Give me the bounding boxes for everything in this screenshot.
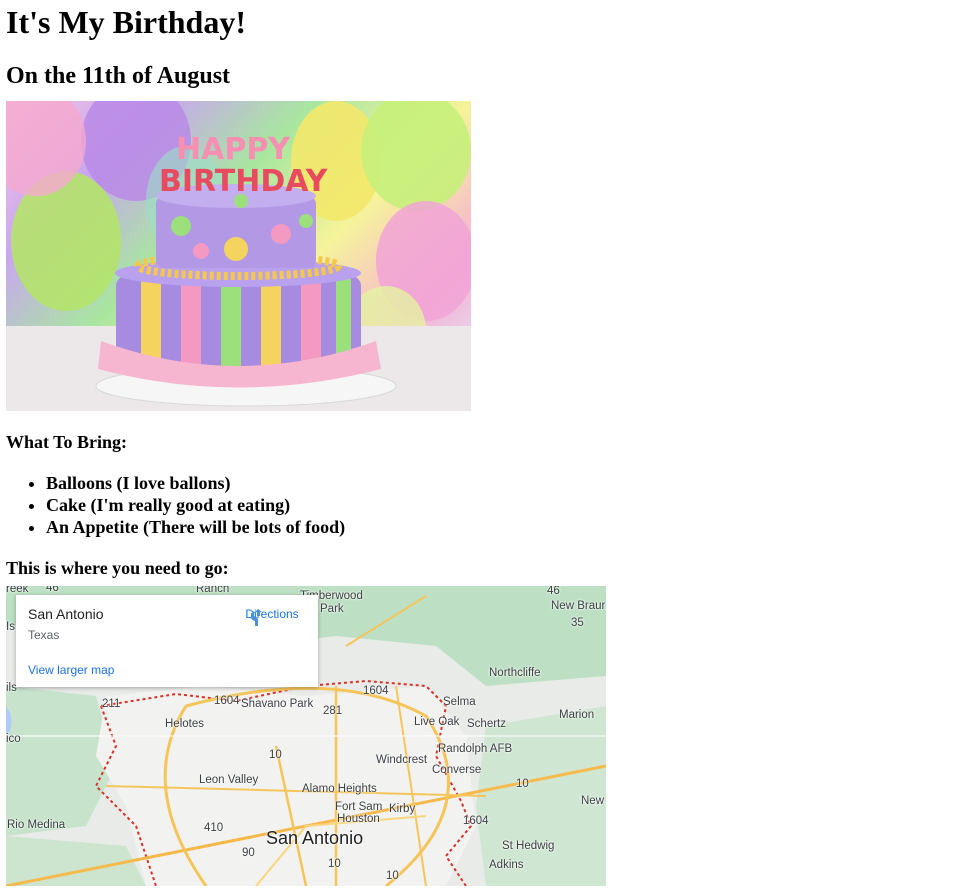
map-label: Fort Sam: [335, 801, 383, 813]
view-larger-map-link[interactable]: View larger map: [28, 663, 114, 677]
map-label: Selma: [443, 696, 476, 708]
route-shield: 1604: [363, 685, 389, 697]
route-shield: 10: [386, 870, 399, 882]
route-shield: 211: [102, 698, 121, 710]
route-shield: 46: [547, 586, 560, 597]
map-label: Windcrest: [376, 754, 428, 766]
map-label-city: San Antonio: [266, 828, 364, 848]
route-shield: 1604: [463, 815, 489, 827]
bring-item: Cake (I'm really good at eating): [46, 494, 956, 516]
map-label: Helotes: [165, 718, 204, 730]
map-label: New: [581, 795, 605, 807]
map-label: Alamo Heights: [302, 783, 377, 795]
cake-illustration: HAPPY BIRTHDAY: [6, 101, 471, 411]
directions-button[interactable]: Directions: [244, 607, 300, 626]
route-shield: 10: [516, 778, 529, 790]
map-label: Park: [320, 603, 344, 615]
map-label: Rio Medina: [7, 819, 66, 831]
map-label: Ranch: [196, 586, 230, 595]
map-label: Schertz: [467, 718, 506, 730]
map-label: Marion: [559, 709, 595, 721]
map-label: St Hedwig: [502, 840, 555, 852]
route-shield: 35: [571, 617, 584, 629]
place-region: Texas: [28, 628, 60, 642]
route-shield: 10: [269, 749, 282, 761]
map-label: Kirby: [389, 803, 416, 815]
svg-text:HAPPY: HAPPY: [176, 132, 291, 167]
page: It's My Birthday! On the 11th of August: [0, 0, 956, 886]
place-card: San Antonio Texas View larger map Direct…: [16, 595, 318, 687]
map-label: Is: [6, 621, 15, 633]
route-shield: 1604: [214, 695, 240, 707]
directions-icon: [249, 609, 262, 626]
bring-title: What To Bring:: [6, 432, 128, 452]
route-shield: 410: [204, 822, 224, 834]
party-date: On the 11th of August: [6, 63, 231, 89]
map-label: Adkins: [489, 859, 524, 871]
map-label: Leon Valley: [199, 774, 259, 786]
bring-list: Balloons (I love ballons) Cake (I'm real…: [6, 472, 956, 538]
embedded-map[interactable]: 46 46 35 211 1604 1604 281 10 10 410 160…: [6, 586, 606, 886]
map-label: Live Oak: [414, 716, 460, 728]
bring-item: An Appetite (There will be lots of food): [46, 516, 956, 538]
route-shield: 90: [242, 847, 255, 859]
page-title: It's My Birthday!: [6, 4, 246, 40]
map-label: Northcliffe: [489, 667, 541, 679]
map-label: New Braur: [551, 600, 606, 612]
map-label: Houston: [337, 813, 380, 825]
birthday-cake-image: HAPPY BIRTHDAY: [6, 101, 471, 411]
svg-text:BIRTHDAY: BIRTHDAY: [159, 164, 329, 199]
location-title: This is where you need to go:: [6, 558, 229, 578]
map-label: ico: [6, 733, 21, 745]
route-shield: 46: [46, 586, 59, 594]
map-label: Randolph AFB: [438, 743, 513, 755]
map-label: reek: [6, 586, 29, 595]
route-shield: 281: [323, 705, 343, 717]
route-shield: 10: [328, 858, 341, 870]
map-label: Shavano Park: [241, 698, 314, 710]
bring-item: Balloons (I love ballons): [46, 472, 956, 494]
map-label: Converse: [432, 764, 482, 776]
place-name: San Antonio: [28, 606, 104, 622]
